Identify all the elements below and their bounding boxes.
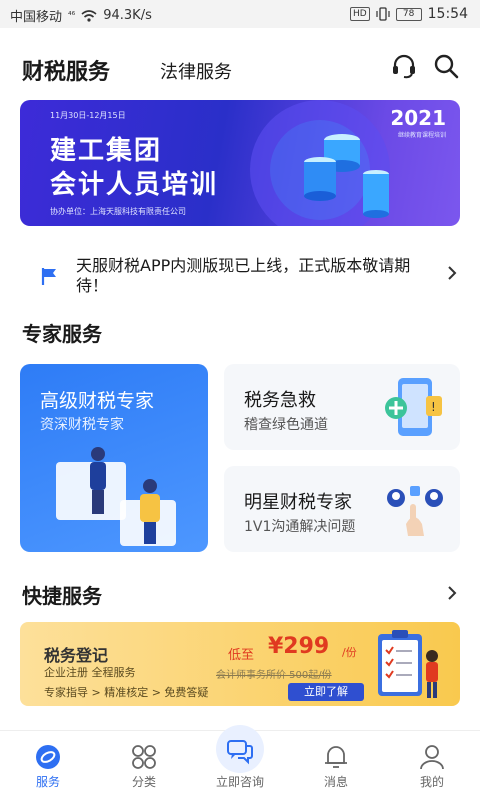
nav-label: 消息	[323, 775, 348, 789]
banner-organizer: 协办单位：上海天服科技有限责任公司	[50, 207, 186, 216]
tax-registration-card[interactable]: 税务登记 企业注册 全程服务 专家指导 > 精准核定 > 免费答疑 低至 ¥29…	[20, 622, 460, 706]
banner-title-line1: 建工集团	[50, 136, 163, 166]
nav-item-profile[interactable]: 我的	[384, 731, 480, 800]
banner-date: 11月30日-12月15日	[50, 111, 126, 120]
bell-icon	[325, 746, 347, 768]
star-tax-expert-card[interactable]: 明星财税专家 1V1沟通解决问题	[224, 466, 460, 552]
search-icon[interactable]	[432, 52, 460, 80]
learn-more-button[interactable]: 立即了解	[288, 683, 364, 701]
clock: 15:54	[427, 6, 468, 22]
card-title: 税务急救	[244, 390, 316, 411]
card-steps: 专家指导 > 精准核定 > 免费答疑	[44, 686, 209, 699]
card-subtitle: 1V1沟通解决问题	[244, 519, 356, 535]
top-header: 财税服务 法律服务	[0, 28, 480, 100]
network-type-label: ⁴⁶	[68, 10, 76, 21]
user-icon	[420, 745, 444, 770]
vibrate-icon	[376, 7, 390, 21]
svg-text:!: !	[431, 400, 436, 414]
senior-tax-expert-card[interactable]: 高级财税专家 资深财税专家	[20, 364, 208, 552]
tab-tax-services[interactable]: 财税服务	[22, 54, 110, 86]
price-unit: /份	[342, 646, 357, 659]
headset-icon[interactable]	[390, 52, 418, 80]
nav-item-consult[interactable]: 立即咨询	[192, 725, 288, 800]
network-speed: 94.3K/s	[103, 8, 152, 23]
phone-medical-icon: !	[385, 378, 442, 436]
banner-year-subtitle: 继续教育课程培训	[397, 132, 446, 139]
card-subtitle: 企业注册 全程服务	[44, 666, 136, 679]
service-icon	[36, 745, 60, 769]
nav-label: 分类	[131, 775, 156, 789]
card-title: 高级财税专家	[40, 390, 155, 412]
expert-illustration	[56, 447, 176, 546]
nav-label: 服务	[35, 775, 60, 789]
promo-banner[interactable]: 11月30日-12月15日 建工集团 会计人员培训 协办单位：上海天服科技有限责…	[20, 100, 460, 226]
carrier-label: 中国移动	[10, 10, 63, 25]
chevron-right-icon	[448, 266, 457, 280]
nav-item-category[interactable]: 分类	[96, 731, 192, 800]
bottom-nav: 服务 分类 立即咨询 消息 我的	[0, 725, 480, 800]
card-subtitle: 稽查绿色通道	[244, 417, 328, 433]
section-title-expert: 专家服务	[22, 322, 102, 346]
section-title-quick: 快捷服务	[22, 584, 102, 608]
nav-label: 立即咨询	[215, 775, 264, 789]
status-bar: 中国移动 ⁴⁶ 94.3K/s HD 78 15:54	[0, 0, 480, 28]
battery-icon: 78	[395, 7, 422, 21]
card-subtitle: 资深财税专家	[40, 417, 124, 433]
chat-icon	[227, 740, 253, 765]
category-icon	[132, 745, 156, 769]
chevron-right-icon[interactable]	[446, 584, 458, 602]
banner-year: 2021	[390, 106, 446, 130]
flag-icon	[41, 268, 56, 285]
announcement-text: 天服财税APP内测版现已上线，正式版本敬请期待！	[76, 256, 411, 295]
hd-badge: HD	[349, 7, 370, 21]
price-value: ¥299	[268, 634, 330, 659]
card-title: 税务登记	[44, 646, 109, 665]
people-connect-icon	[387, 486, 443, 536]
original-price: 会计师事务所价 500起/份	[216, 670, 332, 681]
tax-emergency-card[interactable]: 税务急救 稽查绿色通道 !	[224, 364, 460, 450]
banner-title-line2: 会计人员培训	[50, 170, 219, 200]
announcement-bar[interactable]: 天服财税APP内测版现已上线，正式版本敬请期待！	[20, 254, 460, 295]
nav-item-service[interactable]: 服务	[0, 731, 96, 800]
nav-label: 我的	[419, 775, 444, 789]
clipboard-icon	[378, 630, 438, 698]
tab-legal-services[interactable]: 法律服务	[160, 58, 232, 84]
nav-item-messages[interactable]: 消息	[288, 731, 384, 800]
price-prefix: 低至	[228, 648, 255, 663]
wifi-icon	[81, 9, 97, 22]
card-title: 明星财税专家	[244, 492, 352, 513]
